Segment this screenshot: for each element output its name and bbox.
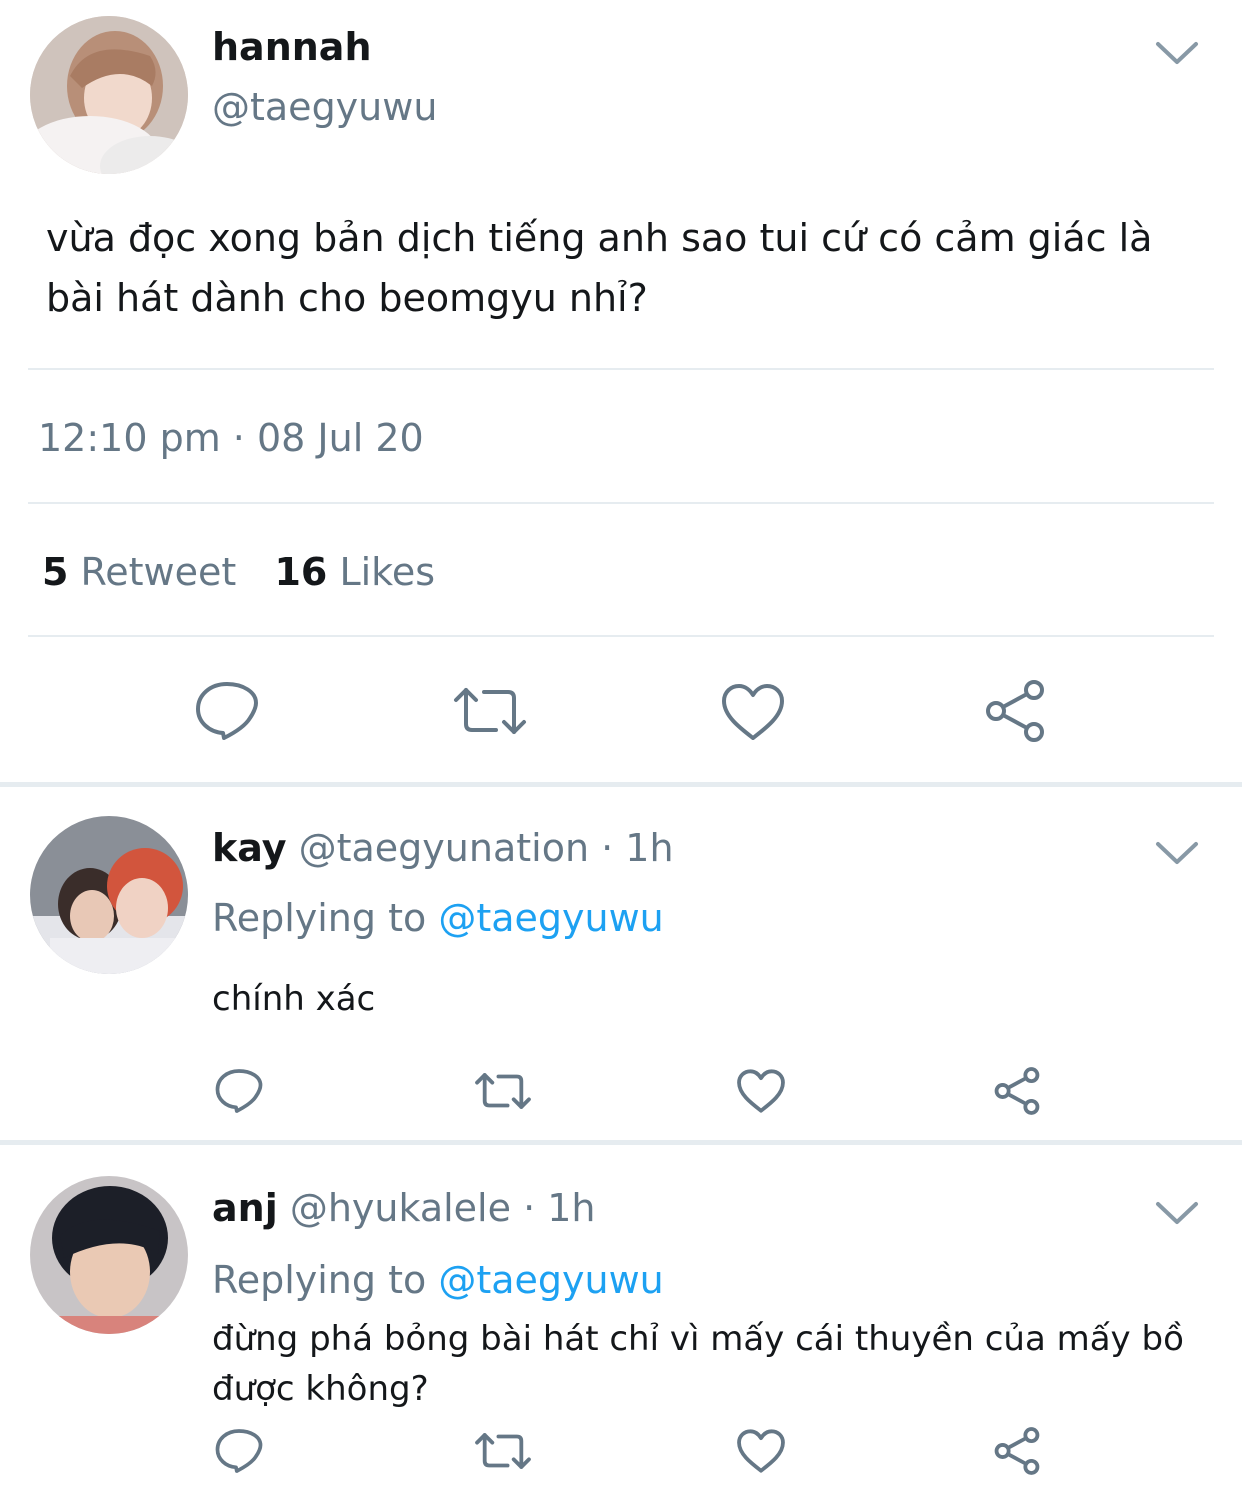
section-separator: [0, 1140, 1242, 1145]
share-icon[interactable]: [982, 678, 1048, 744]
like-icon[interactable]: [736, 1428, 786, 1474]
handle[interactable]: @taegyunation: [299, 826, 589, 870]
share-icon[interactable]: [992, 1066, 1042, 1116]
divider: [28, 635, 1214, 637]
display-name[interactable]: kay: [212, 826, 287, 870]
display-name[interactable]: hannah: [212, 24, 372, 70]
reply-icon[interactable]: [214, 1068, 264, 1114]
replying-prefix: Replying to: [212, 896, 427, 940]
timestamp[interactable]: 12:10 pm · 08 Jul 20: [38, 414, 424, 462]
share-icon[interactable]: [992, 1426, 1042, 1476]
reply-icon[interactable]: [214, 1428, 264, 1474]
section-separator: [0, 782, 1242, 787]
retweet-icon[interactable]: [452, 684, 528, 738]
retweet-count: 5: [42, 550, 69, 594]
chevron-down-icon[interactable]: [1154, 838, 1200, 868]
avatar[interactable]: [30, 1176, 188, 1334]
reply-header: anj @hyukalele · 1h: [212, 1184, 596, 1232]
avatar[interactable]: [30, 16, 188, 174]
time: · 1h: [601, 826, 674, 870]
engagement-stats: 5 Retweet 16 Likes: [42, 548, 435, 596]
reply-text-line-1: chính xác: [212, 979, 376, 1019]
like-icon[interactable]: [720, 682, 786, 742]
like-count: 16: [274, 550, 328, 594]
avatar[interactable]: [30, 816, 188, 974]
replying-handle-link[interactable]: @taegyuwu: [438, 896, 663, 940]
tweet-text-line-1: vừa đọc xong bản dịch tiếng anh sao tui …: [46, 216, 1153, 260]
replying-to: Replying to @taegyuwu: [212, 1256, 664, 1304]
display-name[interactable]: anj: [212, 1186, 278, 1230]
reply-text-line-2: được không?: [212, 1369, 429, 1409]
reply-icon[interactable]: [194, 680, 260, 742]
chevron-down-icon[interactable]: [1154, 38, 1200, 68]
replying-prefix: Replying to: [212, 1258, 427, 1302]
like-icon[interactable]: [736, 1068, 786, 1114]
replying-handle-link[interactable]: @taegyuwu: [438, 1258, 663, 1302]
divider: [28, 368, 1214, 370]
retweet-icon[interactable]: [474, 1430, 532, 1472]
replying-to: Replying to @taegyuwu: [212, 894, 664, 942]
time: · 1h: [523, 1186, 596, 1230]
retweet-icon[interactable]: [474, 1070, 532, 1112]
divider: [28, 502, 1214, 504]
chevron-down-icon[interactable]: [1154, 1198, 1200, 1228]
reply-text-line-1: đừng phá bỏng bài hát chỉ vì mấy cái thu…: [212, 1319, 1184, 1359]
handle[interactable]: @hyukalele: [290, 1186, 511, 1230]
like-label[interactable]: Likes: [339, 550, 435, 594]
retweet-label[interactable]: Retweet: [81, 550, 237, 594]
reply-header: kay @taegyunation · 1h: [212, 824, 674, 872]
tweet-text-line-2: bài hát dành cho beomgyu nhỉ?: [46, 276, 648, 320]
handle[interactable]: @taegyuwu: [212, 84, 437, 130]
